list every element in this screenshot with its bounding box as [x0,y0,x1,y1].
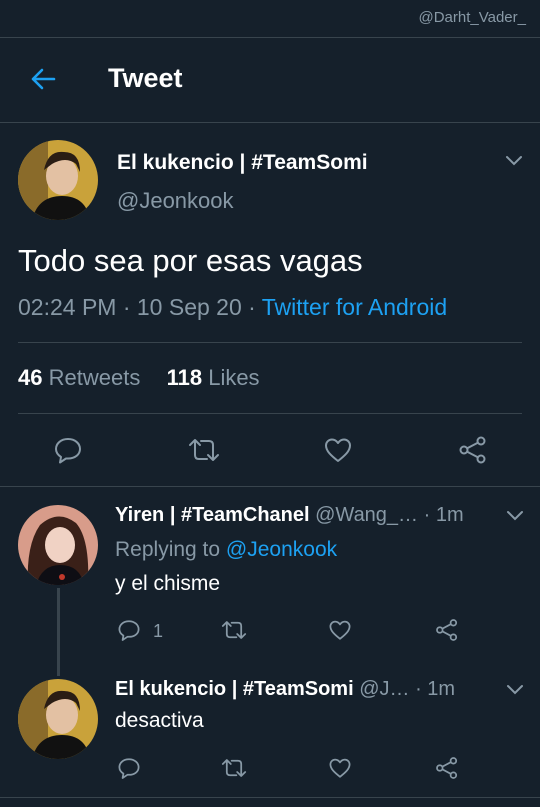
reply-header: El kukencio | #TeamSomi @J… · 1m [115,678,455,701]
tweet-source-link[interactable]: Twitter for Android [262,294,447,320]
chevron-down-icon[interactable] [506,510,524,522]
retweet-icon[interactable] [220,618,248,642]
author-handle[interactable]: @Jeonkook [117,188,234,214]
share-icon[interactable] [434,756,460,780]
divider [0,797,540,798]
like-icon[interactable] [328,756,352,780]
reply-text: y el chisme [115,572,221,595]
author-name[interactable]: El kukencio | #TeamSomi [117,151,368,175]
share-icon[interactable] [434,618,460,642]
back-arrow-icon[interactable] [28,64,58,94]
chevron-down-icon[interactable] [506,684,524,696]
divider [18,342,522,343]
reply-time: · 1m [415,678,456,700]
divider [18,413,522,414]
reply-author-handle[interactable]: @J… [359,678,409,700]
like-icon[interactable] [328,618,352,642]
retweets-count[interactable]: 46 [18,365,42,390]
replying-to-label: Replying to [115,538,226,561]
reply-icon[interactable] [117,618,141,642]
avatar[interactable] [18,679,98,759]
likes-label[interactable]: Likes [208,365,259,390]
tweet-text: Todo sea por esas vagas [18,243,363,278]
tweet-stats: 46 Retweets 118 Likes [18,365,260,391]
app-header: Tweet [0,38,540,123]
avatar[interactable] [18,505,98,585]
divider [0,486,540,487]
reply-text: desactiva [115,709,204,732]
likes-count[interactable]: 118 [167,365,203,390]
reply-icon[interactable] [53,435,83,465]
reply-author-name[interactable]: El kukencio | #TeamSomi [115,678,354,700]
replying-to-handle[interactable]: @Jeonkook [226,538,337,561]
reply-icon[interactable] [117,756,141,780]
like-icon[interactable] [323,435,353,465]
reply-time: · 1m [423,504,464,526]
tweet-timestamp: 02:24 PM · 10 Sep 20 · [18,294,262,320]
retweets-label[interactable]: Retweets [49,365,141,390]
share-icon[interactable] [457,435,489,465]
retweet-icon[interactable] [220,756,248,780]
reply-header: Yiren | #TeamChanel @Wang_… · 1m [115,504,464,527]
page-title: Tweet [108,63,183,93]
avatar[interactable] [18,140,98,220]
chevron-down-icon[interactable] [505,155,523,167]
watermark: @Darht_Vader_ [418,9,526,26]
thread-line [57,588,60,676]
reply-count: 1 [153,621,164,641]
replying-to: Replying to @Jeonkook [115,538,337,562]
reply-author-name[interactable]: Yiren | #TeamChanel [115,504,310,526]
reply-author-handle[interactable]: @Wang_… [315,504,418,526]
retweet-icon[interactable] [187,435,221,465]
tweet-meta: 02:24 PM · 10 Sep 20 · Twitter for Andro… [18,294,447,321]
